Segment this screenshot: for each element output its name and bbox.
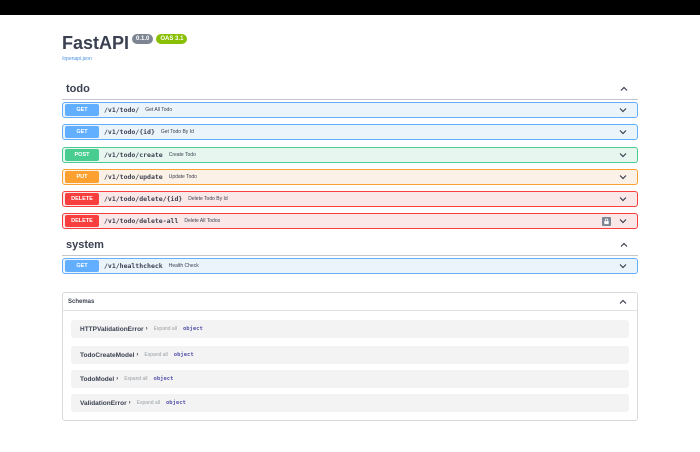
section-header-system[interactable]: system <box>62 234 638 256</box>
operation-path: /v1/healthcheck <box>104 262 163 270</box>
operation-summary: Delete Todo By Id <box>188 196 228 202</box>
operation-summary: Create Todo <box>168 152 196 158</box>
chevron-down-icon[interactable] <box>617 126 629 138</box>
operation-summary: Get All Todo <box>145 107 173 113</box>
operation-summary: Get Todo By Id <box>160 129 194 135</box>
operation-path: /v1/todo/delete-all <box>104 217 179 225</box>
opblock-post-create-todo[interactable]: POST /v1/todo/create Create Todo <box>62 147 638 163</box>
operation-path: /v1/todo/ <box>104 106 140 114</box>
operation-path: /v1/todo/{id} <box>104 128 155 136</box>
chevron-up-icon[interactable] <box>618 83 630 95</box>
model-todo-create-model[interactable]: TodoCreateModel › Expand all object <box>71 346 629 364</box>
model-name: ValidationError <box>80 399 127 407</box>
model-type: object <box>173 352 194 358</box>
method-badge: DELETE <box>65 193 99 205</box>
chevron-up-icon[interactable] <box>618 239 630 251</box>
opblock-get-todo-by-id[interactable]: GET /v1/todo/{id} Get Todo By Id <box>62 124 638 140</box>
schemas-panel: Schemas HTTPValidationError › Expand all… <box>62 292 638 421</box>
operation-path: /v1/todo/update <box>104 173 163 181</box>
method-badge: POST <box>65 149 99 161</box>
operation-summary: Health Check <box>168 263 199 269</box>
model-name: HTTPValidationError <box>80 325 144 333</box>
chevron-down-icon[interactable] <box>617 149 629 161</box>
method-badge: GET <box>65 260 99 272</box>
opblock-put-update-todo[interactable]: PUT /v1/todo/update Update Todo <box>62 169 638 185</box>
expand-all-link[interactable]: Expand all <box>154 326 177 332</box>
method-badge: GET <box>65 104 99 116</box>
version-badge: 0.1.0 <box>132 34 154 44</box>
chevron-right-icon[interactable]: › <box>136 352 138 358</box>
model-type: object <box>182 326 203 332</box>
opblock-delete-all-todos[interactable]: DELETE /v1/todo/delete-all Delete All To… <box>62 213 638 229</box>
method-badge: DELETE <box>65 215 99 227</box>
schemas-header[interactable]: Schemas <box>63 293 637 311</box>
chevron-down-icon[interactable] <box>617 104 629 116</box>
api-title: FastAPI <box>62 33 130 53</box>
expand-all-link[interactable]: Expand all <box>137 400 160 406</box>
schemas-title: Schemas <box>68 298 95 305</box>
chevron-right-icon[interactable]: › <box>129 400 131 406</box>
operation-path: /v1/todo/create <box>104 151 163 159</box>
operation-path: /v1/todo/delete/{id} <box>104 195 183 203</box>
opblock-delete-todo-by-id[interactable]: DELETE /v1/todo/delete/{id} Delete Todo … <box>62 191 638 207</box>
expand-all-link[interactable]: Expand all <box>144 352 167 358</box>
chevron-down-icon[interactable] <box>617 171 629 183</box>
section-header-todo[interactable]: todo <box>62 78 638 100</box>
model-http-validation-error[interactable]: HTTPValidationError › Expand all object <box>71 320 629 338</box>
chevron-down-icon[interactable] <box>617 260 629 272</box>
chevron-right-icon[interactable]: › <box>146 326 148 332</box>
model-type: object <box>153 376 174 382</box>
operation-summary: Delete All Todos <box>184 218 221 224</box>
model-todo-model[interactable]: TodoModel › Expand all object <box>71 370 629 388</box>
expand-all-link[interactable]: Expand all <box>124 376 147 382</box>
openapi-spec-link[interactable]: /openapi.json <box>62 56 187 62</box>
oas-badge: OAS 3.1 <box>156 34 188 44</box>
method-badge: PUT <box>65 171 99 183</box>
chevron-right-icon[interactable]: › <box>116 376 118 382</box>
chevron-down-icon[interactable] <box>617 193 629 205</box>
title-row: FastAPI 0.1.0 OAS 3.1 <box>62 32 188 54</box>
model-validation-error[interactable]: ValidationError › Expand all object <box>71 394 629 412</box>
section-title-todo: todo <box>66 82 90 95</box>
model-name: TodoCreateModel <box>80 351 135 359</box>
chevron-down-icon[interactable] <box>617 215 629 227</box>
operation-summary: Update Todo <box>168 174 197 180</box>
model-name: TodoModel <box>80 375 115 383</box>
api-info: FastAPI 0.1.0 OAS 3.1 /openapi.json <box>62 32 188 62</box>
chevron-up-icon[interactable] <box>617 296 629 308</box>
section-title-system: system <box>66 238 104 251</box>
model-type: object <box>165 400 186 406</box>
method-badge: GET <box>65 126 99 138</box>
opblock-get-all-todo[interactable]: GET /v1/todo/ Get All Todo <box>62 102 638 118</box>
top-bar <box>0 0 700 15</box>
opblock-get-healthcheck[interactable]: GET /v1/healthcheck Health Check <box>62 258 638 274</box>
lock-icon[interactable] <box>602 216 611 226</box>
